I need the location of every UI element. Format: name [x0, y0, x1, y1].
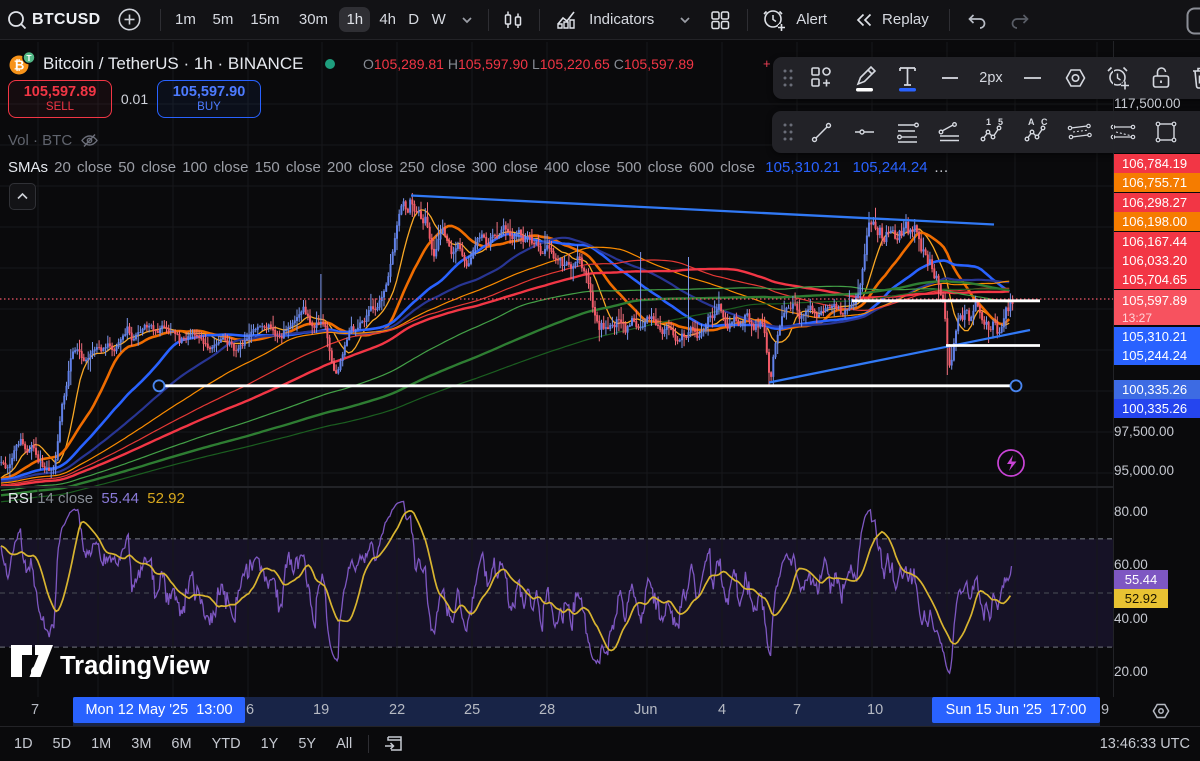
- svg-text:T: T: [26, 53, 32, 63]
- svg-text:1: 1: [986, 117, 991, 127]
- svg-text:TradingView: TradingView: [60, 652, 210, 679]
- svg-text:A: A: [1028, 117, 1035, 127]
- svg-text:C: C: [1041, 117, 1048, 127]
- svg-text:5: 5: [998, 117, 1003, 127]
